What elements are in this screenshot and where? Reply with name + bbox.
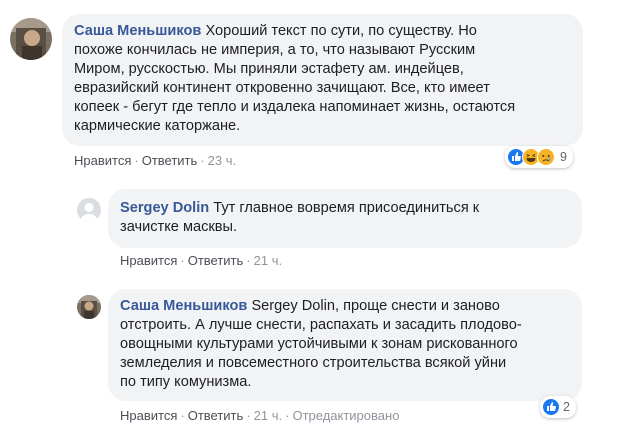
avatar[interactable] <box>77 295 101 319</box>
comment-1: Саша Меньшиков Хороший текст по сути, по… <box>0 0 620 180</box>
timestamp[interactable]: 23 ч. <box>208 153 236 168</box>
like-link[interactable]: Нравится <box>120 253 177 268</box>
reply-link[interactable]: Ответить <box>188 408 244 423</box>
author-name[interactable]: Саша Меньшиков <box>120 298 247 314</box>
timestamp[interactable]: 21 ч. <box>254 408 282 423</box>
comment-text-line: зачистке масквы. <box>120 219 238 235</box>
comment-3: Саша Меньшиков Sergey Dolin, проще снест… <box>0 275 620 431</box>
comment-text-line: кармические каторжане. <box>74 118 241 134</box>
avatar[interactable] <box>77 198 101 222</box>
comment-text-line: по типу комунизма. <box>120 374 252 390</box>
comment-text-line: евразийский континент откровенно зачищаю… <box>74 80 490 96</box>
user-photo-icon <box>77 295 101 319</box>
comment-bubble: Саша Меньшиков Хороший текст по сути, по… <box>62 14 583 146</box>
reaction-count: 2 <box>563 400 570 414</box>
comment-bubble: Sergey Dolin Тут главное вовремя присоед… <box>108 189 582 248</box>
comment-body: Саша Меньшиков Sergey Dolin, проще снест… <box>120 297 570 392</box>
comment-text-line: Хороший текст по сути, по существу. Но <box>205 23 477 39</box>
reaction-count: 9 <box>560 150 567 164</box>
default-avatar-icon <box>77 198 101 222</box>
author-name[interactable]: Саша Меньшиков <box>74 23 201 39</box>
user-photo-icon <box>10 18 52 60</box>
comment-text-line: копеек - бегут где тепло и издалека напо… <box>74 99 516 115</box>
like-link[interactable]: Нравится <box>120 408 177 423</box>
comment-text-line: Тут главное вовремя присоединиться к <box>213 200 480 216</box>
author-name[interactable]: Sergey Dolin <box>120 200 209 216</box>
like-icon <box>542 398 560 416</box>
comment-body: Саша Меньшиков Хороший текст по сути, по… <box>74 22 571 136</box>
comment-actions: Нравится · Ответить · 21 ч. <box>120 253 283 268</box>
edited-label[interactable]: Отредактировано <box>292 408 399 423</box>
avatar[interactable] <box>10 18 52 60</box>
reply-link[interactable]: Ответить <box>188 253 244 268</box>
comment-bubble: Саша Меньшиков Sergey Dolin, проще снест… <box>108 289 582 401</box>
timestamp[interactable]: 21 ч. <box>254 253 282 268</box>
reply-link[interactable]: Ответить <box>142 153 198 168</box>
comment-text-line: отстроить. А лучше снести, распахать и з… <box>120 317 522 333</box>
reactions-pill[interactable]: 2 <box>540 396 576 418</box>
comment-text-line: , проще снести и заново <box>335 298 500 314</box>
like-link[interactable]: Нравится <box>74 153 131 168</box>
comment-text-line: овощными культурами устойчивыми к зонам … <box>120 336 518 352</box>
comment-actions: Нравится · Ответить · 21 ч. · Отредактировано <box>120 408 400 423</box>
comment-text-line: Миром, русскостью. Мы приняли эстафету а… <box>74 61 464 77</box>
mention-link[interactable]: Sergey Dolin <box>251 298 335 314</box>
reactions-pill[interactable]: 9 <box>505 146 573 168</box>
sad-icon <box>537 148 555 166</box>
comment-text-line: похоже кончилась не империя, а то, что н… <box>74 42 476 58</box>
comment-body: Sergey Dolin Тут главное вовремя присоед… <box>120 199 570 237</box>
comment-2: Sergey Dolin Тут главное вовремя присоед… <box>0 180 620 275</box>
comment-actions: Нравится · Ответить · 23 ч. <box>74 153 237 168</box>
comment-text-line: земледелия и повсеместного строительства… <box>120 355 507 371</box>
